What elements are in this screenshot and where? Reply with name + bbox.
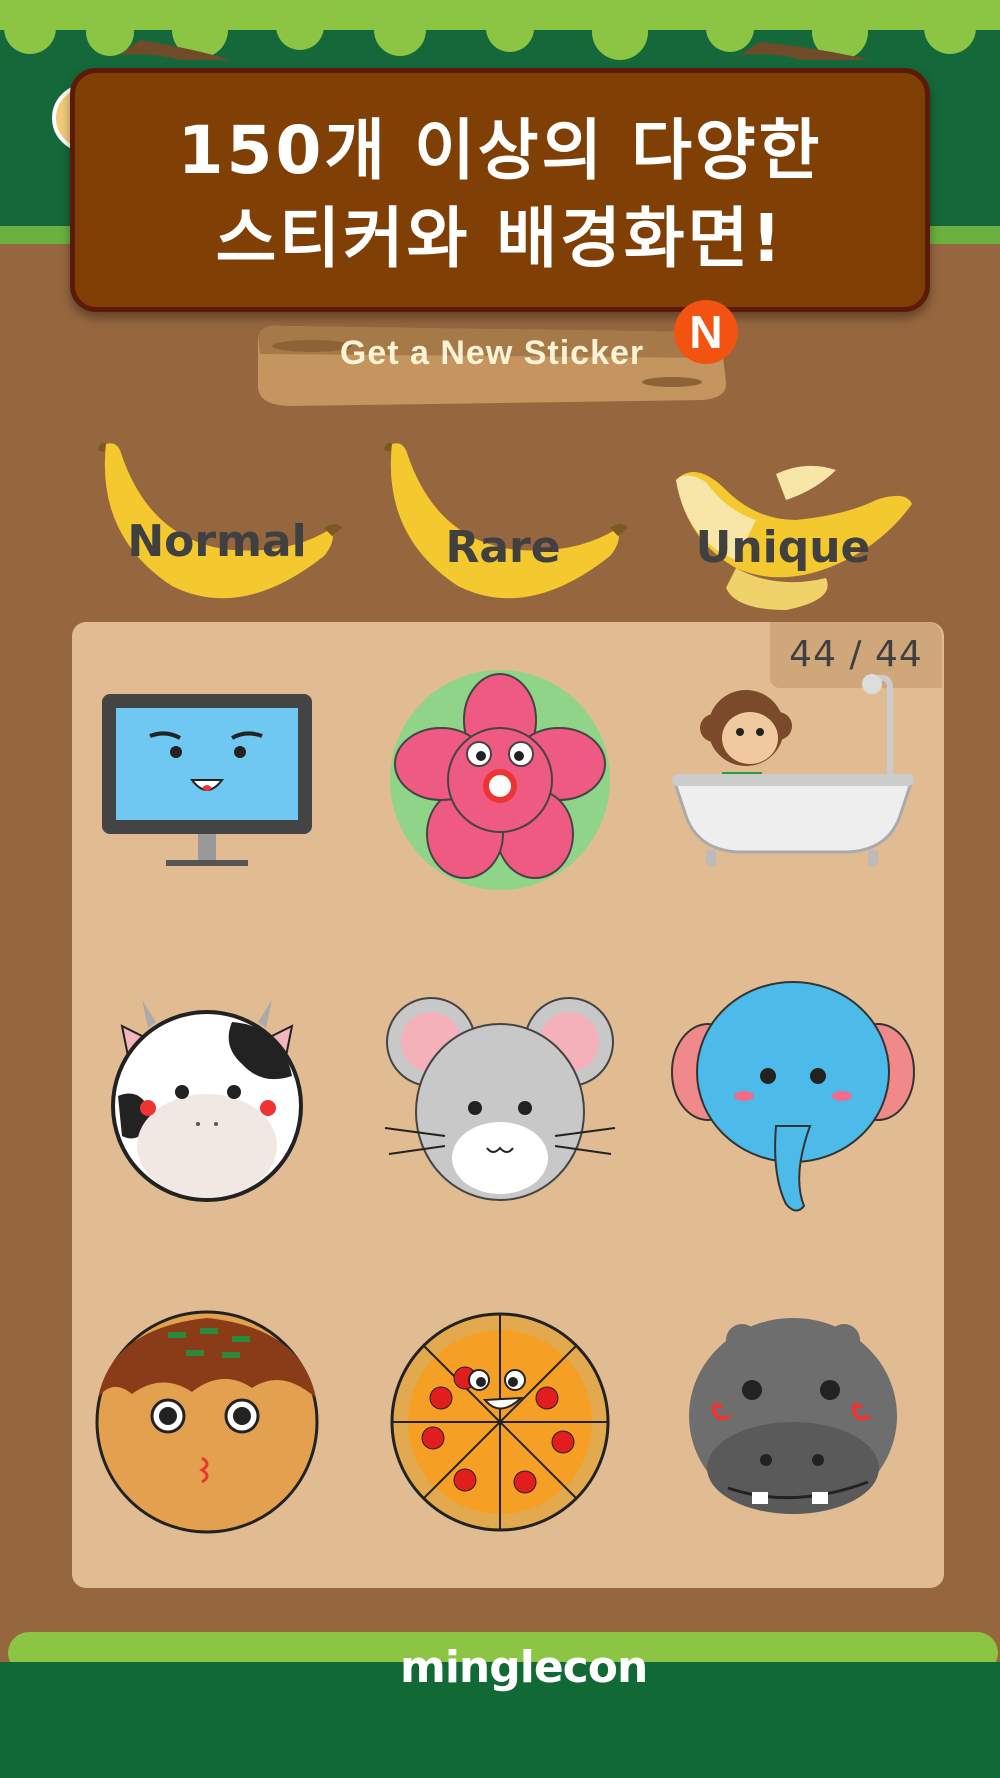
category-rare-label: Rare (445, 522, 561, 573)
tree-canopy (0, 0, 1000, 60)
category-normal-label: Normal (127, 516, 307, 567)
new-badge: N (674, 300, 738, 364)
sticker-cow[interactable] (82, 976, 332, 1226)
minglecon-logo: minglecon (400, 1642, 648, 1693)
promo-banner: 150개 이상의 다양한 스티커와 배경화면! (70, 68, 930, 312)
sticker-flower[interactable] (375, 668, 625, 918)
sticker-monkey-bathtub[interactable] (668, 668, 918, 918)
category-rare-button[interactable]: Rare (378, 436, 628, 615)
category-unique-button[interactable]: Unique (666, 460, 916, 639)
sticker-hippo[interactable] (668, 1288, 918, 1538)
sticker-elephant[interactable] (668, 976, 918, 1226)
sticker-pizza[interactable] (375, 1288, 625, 1538)
category-unique-label: Unique (695, 522, 871, 573)
category-normal-button[interactable]: Normal (92, 436, 342, 615)
sticker-takoyaki[interactable] (82, 1288, 332, 1538)
banner-line-1: 150개 이상의 다양한 (177, 112, 823, 189)
get-new-sticker-label: Get a New Sticker (339, 334, 645, 372)
banner-line-2: 스티커와 배경화면! (215, 200, 785, 277)
sticker-monitor-face[interactable] (82, 668, 332, 918)
sticker-mouse[interactable] (375, 976, 625, 1226)
